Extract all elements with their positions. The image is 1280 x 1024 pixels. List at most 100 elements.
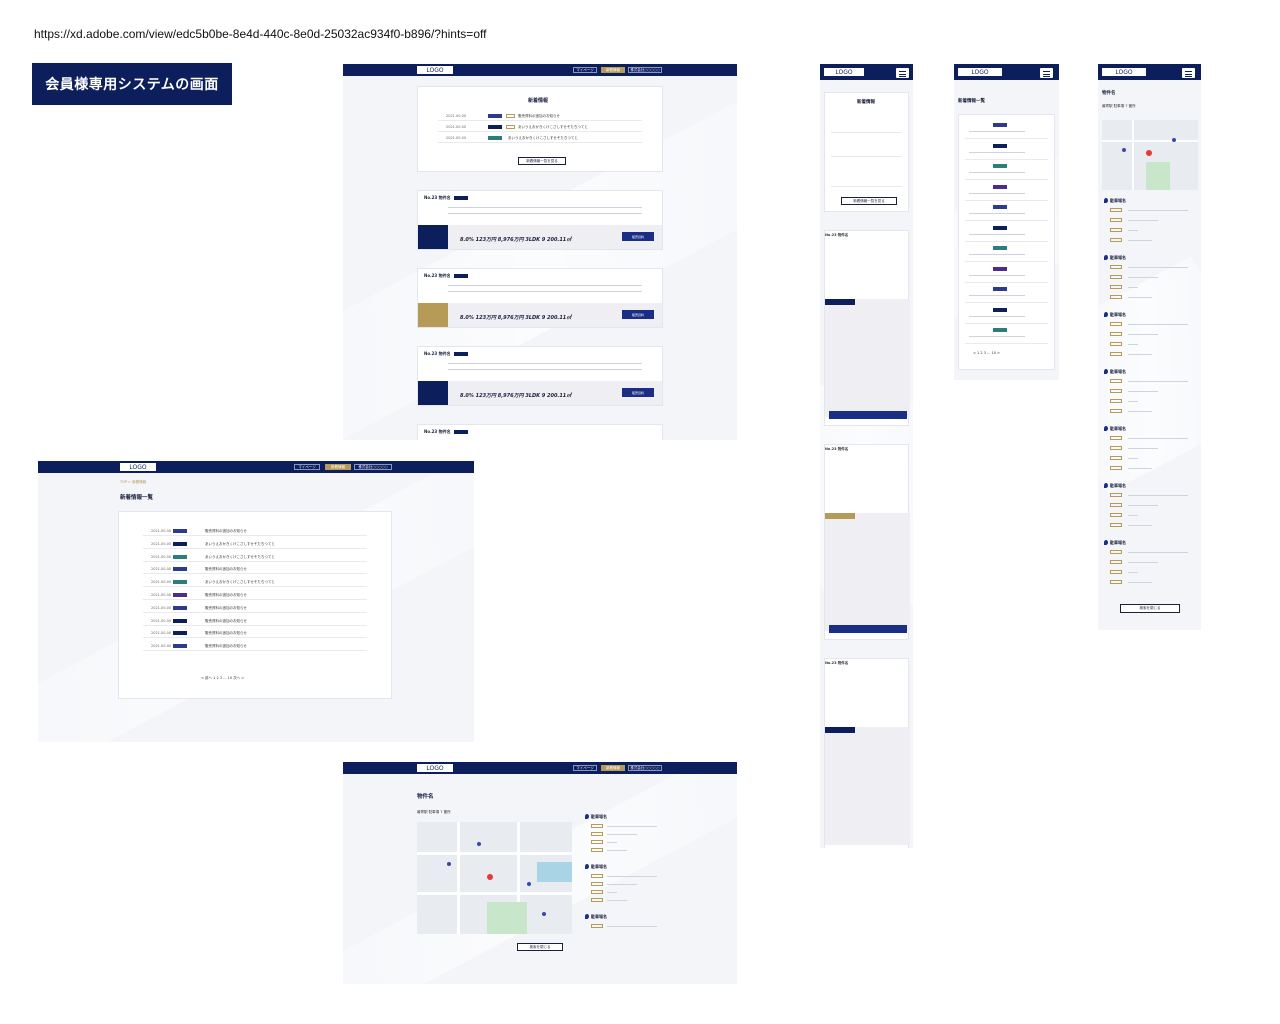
hamburger-menu-icon[interactable] — [1040, 68, 1053, 78]
news-row[interactable]: 2021.00.00 販売資料の追加のお知らせ — [143, 526, 367, 536]
map-pin[interactable] — [477, 842, 481, 846]
news-row[interactable]: 2021.00.00 あいうえおかきくけこさしすせそたちつてと — [143, 552, 367, 562]
map-pin-current[interactable] — [1146, 150, 1152, 156]
parking-item[interactable]: 駐車場名 — [1104, 198, 1197, 248]
map-pin[interactable] — [1122, 148, 1126, 152]
news-date: 2021.00.00 — [151, 631, 172, 636]
property-detail-button[interactable] — [829, 625, 907, 633]
news-row[interactable] — [965, 203, 1048, 221]
news-row[interactable] — [965, 244, 1048, 262]
parking-item[interactable]: 駐車場名 — [1104, 426, 1197, 476]
news-text: あいうえおかきくけこさしすせそたちつてと — [508, 136, 578, 140]
pagination[interactable]: < 前へ 1 2 3 ... 10 次へ > — [201, 676, 244, 681]
property-flag — [418, 225, 448, 249]
parking-item[interactable]: 駐車場名 — [585, 814, 659, 858]
news-row[interactable] — [965, 183, 1048, 201]
nav-company[interactable]: 株式会社○○○○○ — [628, 67, 662, 73]
nav-company[interactable]: 株式会社○○○○○ — [354, 464, 392, 470]
news-row[interactable]: 2021.00.00 販売資料の追加のお知らせ — [143, 564, 367, 575]
news-row[interactable] — [965, 162, 1048, 180]
parking-item[interactable]: 駐車場名 — [585, 914, 659, 932]
news-row[interactable] — [965, 306, 1048, 324]
news-card: 新着情報 新着情報一覧を見る — [824, 92, 909, 212]
map-view[interactable] — [417, 822, 572, 934]
parking-item[interactable]: 駐車場名 — [1104, 369, 1197, 419]
parking-name: 駐車場名 — [1110, 369, 1126, 374]
map-pin-current[interactable] — [487, 874, 493, 880]
news-row[interactable]: 2021.00.00 販売資料の追加のお知らせ — [143, 628, 367, 639]
news-row[interactable]: 2021.00.00 販売資料の追加のお知らせ — [143, 641, 367, 652]
nav-mypage[interactable]: マイページ — [294, 464, 320, 470]
property-detail-button[interactable]: 販売資料 — [622, 232, 654, 241]
close-search-button[interactable]: 検索を閉じる — [1120, 604, 1180, 613]
property-detail-button[interactable]: 販売資料 — [622, 310, 654, 319]
news-row[interactable] — [965, 285, 1048, 303]
news-text: 販売資料の追加のお知らせ — [205, 529, 247, 533]
news-row[interactable]: 2021.00.00 あいうえおかきくけこさしすせそたちつてと — [438, 122, 642, 132]
nav-news[interactable]: 新着情報 — [601, 765, 625, 771]
nav-mypage[interactable]: マイページ — [573, 67, 597, 73]
property-detail-button[interactable]: 販売資料 — [622, 388, 654, 397]
nav-mypage[interactable]: マイページ — [573, 765, 597, 771]
news-row[interactable] — [965, 265, 1048, 283]
more-news-button[interactable]: 新着情報一覧を見る — [518, 157, 566, 165]
map-pin[interactable] — [447, 862, 451, 866]
more-news-button[interactable]: 新着情報一覧を見る — [841, 197, 897, 205]
badge — [453, 196, 468, 200]
category-tag — [993, 266, 1007, 271]
news-row[interactable] — [965, 142, 1048, 160]
header-bar: LOGO — [954, 64, 1059, 80]
news-row[interactable]: 2021.00.00 販売資料の追加のお知らせ — [438, 111, 642, 121]
news-row[interactable]: 2021.00.00 販売資料の追加のお知らせ — [143, 616, 367, 626]
logo[interactable]: LOGO — [824, 68, 864, 76]
map-pin[interactable] — [1172, 138, 1176, 142]
news-text: あいうえおかきくけこさしすせそたちつてと — [205, 554, 275, 559]
news-row[interactable] — [965, 326, 1048, 344]
parking-item[interactable]: 駐車場名 — [1104, 312, 1197, 362]
map-view[interactable] — [1102, 120, 1198, 190]
news-row[interactable] — [965, 224, 1048, 242]
pagination[interactable]: < 1 2 3 ... 10 > — [973, 351, 1000, 355]
close-search-button[interactable]: 検索を閉じる — [517, 943, 563, 951]
parking-item[interactable]: 駐車場名 — [1104, 540, 1197, 590]
property-detail-button[interactable] — [829, 411, 907, 419]
location-pin-icon — [1104, 426, 1108, 431]
property-name: No.23 物件名 — [825, 447, 849, 451]
news-date: 2021.00.00 — [446, 136, 467, 140]
nav-company[interactable]: 株式会社○○○○○ — [628, 765, 662, 771]
news-row[interactable] — [831, 111, 902, 133]
news-row[interactable] — [831, 159, 902, 187]
title-badge: 会員様専用システムの画面 — [32, 63, 232, 105]
hamburger-menu-icon[interactable] — [896, 68, 909, 78]
location-pin-icon — [585, 814, 589, 819]
property-details — [448, 285, 642, 297]
parking-name: 駐車場名 — [1110, 255, 1126, 260]
logo[interactable]: LOGO — [120, 463, 156, 471]
category-tag — [488, 136, 502, 140]
page-title: 物件名 — [1102, 91, 1116, 96]
nav-news[interactable]: 新着情報 — [601, 67, 625, 73]
location-pin-icon — [1104, 198, 1108, 203]
parking-item[interactable]: 駐車場名 — [585, 864, 659, 908]
parking-item[interactable]: 駐車場名 — [1104, 255, 1197, 305]
nav-news[interactable]: 新着情報 — [325, 464, 351, 470]
news-row[interactable] — [831, 135, 902, 157]
logo[interactable]: LOGO — [1102, 68, 1146, 76]
category-tag — [173, 618, 187, 623]
news-row[interactable]: 2021.00.00 あいうえおかきくけこさしすせそたちつてと — [143, 577, 367, 588]
news-row[interactable]: 2021.00.00 販売資料の追加のお知らせ — [143, 603, 367, 613]
news-date: 2021.00.00 — [446, 114, 467, 118]
news-row[interactable] — [965, 121, 1048, 139]
hamburger-menu-icon[interactable] — [1182, 68, 1195, 78]
news-text-line — [969, 336, 1025, 337]
parking-item[interactable]: 駐車場名 — [1104, 483, 1197, 533]
logo[interactable]: LOGO — [417, 764, 453, 772]
news-row[interactable]: 2021.00.00 あいうえおかきくけこさしすせそたちつてと — [143, 539, 367, 549]
logo[interactable]: LOGO — [417, 66, 453, 74]
map-pin[interactable] — [542, 912, 546, 916]
news-row[interactable]: 2021.00.00 あいうえおかきくけこさしすせそたちつてと — [438, 133, 642, 143]
news-row[interactable]: 2021.00.00 販売資料の追加のお知らせ — [143, 590, 367, 600]
map-pin[interactable] — [527, 882, 531, 886]
logo[interactable]: LOGO — [958, 68, 1002, 76]
breadcrumb[interactable]: TOP > 新着情報 — [120, 480, 146, 485]
